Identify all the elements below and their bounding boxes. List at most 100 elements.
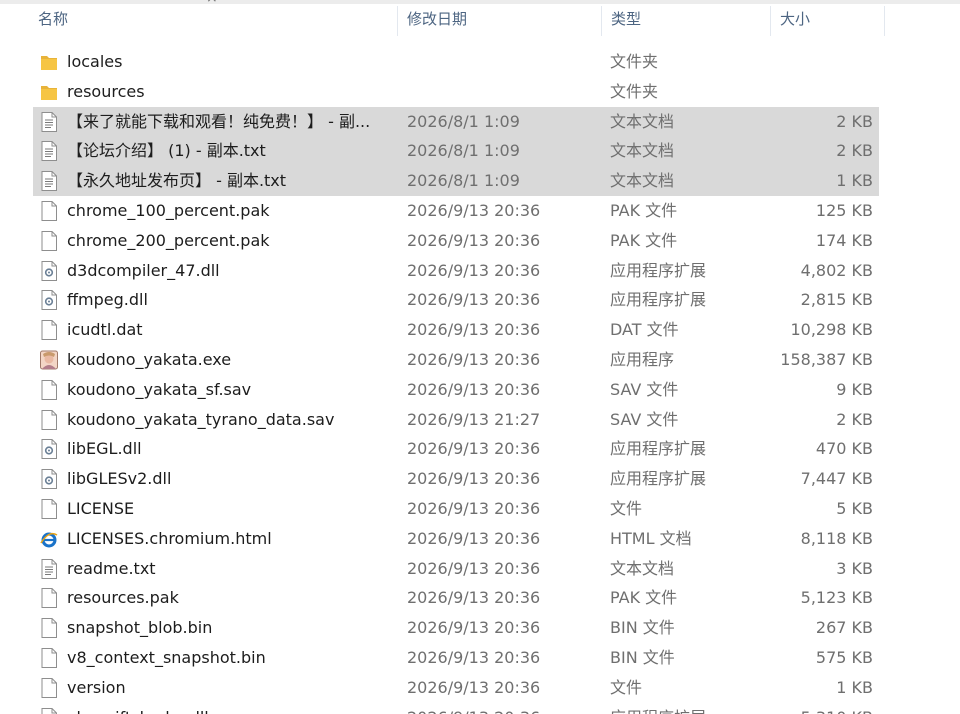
file-name: resources (67, 81, 145, 101)
file-date: 2026/9/13 20:36 (407, 648, 541, 667)
file-name: version (67, 677, 126, 697)
file-date: 2026/8/1 1:09 (407, 111, 520, 131)
file-date: 2026/9/13 20:36 (407, 201, 541, 220)
file-row[interactable]: chrome_100_percent.pak 2026/9/13 20:36 PAK… (33, 196, 879, 226)
file-row[interactable]: chrome_200_percent.pak 2026/9/13 20:36 PAK… (33, 226, 879, 256)
column-header-size[interactable]: 大小 (780, 4, 880, 37)
file-row[interactable]: 【永久地址发布页】 - 副本.txt 2026/8/1 1:09 文本文档 1 KB (33, 166, 879, 197)
file-name: LICENSES.chromium.html (67, 528, 272, 548)
file-size: 2,815 KB (800, 290, 873, 310)
file-size: 7,447 KB (800, 469, 873, 489)
file-name: chrome_100_percent.pak (67, 201, 270, 220)
file-size: 2 KB (836, 111, 873, 131)
file-row[interactable]: koudono_yakata_tyrano_data.sav 2026/9/13 … (33, 405, 879, 435)
file-name: 【来了就能下载和观看！纯免费！】 - 副... (67, 111, 371, 131)
file-name: LICENSE (67, 499, 135, 518)
file-size: 470 KB (815, 439, 873, 459)
file-size: 2 KB (836, 409, 873, 429)
file-size: 9 KB (836, 379, 873, 399)
file-name: v8_context_snapshot.bin (67, 648, 266, 667)
file-date: 2026/9/13 20:36 (407, 588, 541, 608)
file-date: 2026/9/13 20:36 (407, 290, 541, 310)
file-date: 2026/8/1 1:09 (407, 171, 520, 191)
file-name: koudono_yakata_sf.sav (67, 379, 252, 399)
file-size: 2 KB (836, 141, 873, 161)
file-size: 5 KB (836, 499, 873, 518)
file-name: d3dcompiler_47.dll (67, 260, 220, 280)
column-divider[interactable] (770, 6, 771, 36)
file-name: icudtl.dat (67, 320, 143, 340)
file-row[interactable]: libEGL.dll 2026/9/13 20:36 应用程序扩展 470 KB (33, 434, 879, 464)
file-date: 2026/9/13 20:36 (407, 528, 541, 548)
file-name: koudono_yakata_tyrano_data.sav (67, 409, 335, 429)
file-name: vk_swiftshader.dll (67, 703, 397, 714)
file-row[interactable]: libGLESv2.dll 2026/9/13 20:36 应用程序扩展 7,447 … (33, 464, 879, 494)
column-header-bar: 名称 修改日期 类型 大小 (0, 4, 960, 37)
file-row[interactable]: version 2026/9/13 20:36 文件 1 KB (33, 673, 879, 703)
file-size (733, 47, 873, 77)
file-date: 2026/9/13 20:36 (407, 618, 541, 638)
file-date: 2026/9/13 20:36 (407, 439, 541, 459)
file-date: 2026/9/13 20:36 (407, 379, 541, 399)
file-row[interactable]: LICENSES.chromium.html 2026/9/13 20:36 HTM… (33, 524, 879, 554)
file-row[interactable]: koudono_yakata.exe 2026/9/13 20:36 应用程序 158… (33, 345, 879, 375)
file-date: 2026/9/13 20:36 (407, 320, 541, 340)
column-divider[interactable] (397, 6, 398, 36)
file-size (733, 77, 873, 107)
file-size: 575 KB (815, 648, 873, 667)
file-size: 4,802 KB (800, 260, 873, 280)
file-row[interactable]: readme.txt 2026/9/13 20:36 文本文档 3 KB (33, 554, 879, 584)
column-divider[interactable] (601, 6, 602, 36)
file-date: 2026/9/13 21:27 (407, 409, 541, 429)
file-name: libGLESv2.dll (67, 469, 172, 489)
file-row[interactable]: icudtl.dat 2026/9/13 20:36 DAT 文件 10,298 KB (33, 315, 879, 345)
file-row[interactable]: locales 文件夹 (33, 47, 879, 77)
file-row[interactable]: 【来了就能下载和观看！纯免费！】 - 副... 2026/8/1 1:09 文本文档… (33, 106, 879, 137)
file-date: 2026/8/1 1:09 (407, 141, 520, 161)
column-divider[interactable] (884, 6, 885, 36)
file-name: locales (67, 52, 123, 71)
file-date: 2026/9/13 20:36 (407, 230, 541, 250)
file-row[interactable]: resources.pak 2026/9/13 20:36 PAK 文件 5,123 … (33, 583, 879, 613)
file-size: 5,310 KB (733, 703, 873, 714)
file-row[interactable]: ffmpeg.dll 2026/9/13 20:36 应用程序扩展 2,815 KB (33, 285, 879, 315)
file-name: chrome_200_percent.pak (67, 230, 270, 250)
file-row[interactable]: vk_swiftshader.dll2026/9/13 20:36应用程序扩展5… (33, 703, 879, 714)
file-date: 2026/9/13 20:36 (407, 677, 541, 697)
column-header-type[interactable]: 类型 (611, 4, 766, 37)
file-date: 2026/9/13 20:36 (407, 260, 541, 280)
file-size: 267 KB (815, 618, 873, 638)
file-date: 2026/9/13 20:36 (407, 703, 597, 714)
file-name: libEGL.dll (67, 439, 142, 459)
file-list: locales 文件夹 resources 文件夹【来了就能下载和观看！纯免费！】 -… (0, 47, 960, 714)
file-name: readme.txt (67, 558, 156, 578)
file-row[interactable]: LICENSE 2026/9/13 20:36 文件 5 KB (33, 494, 879, 524)
file-size: 158,387 KB (780, 350, 873, 369)
file-date: 2026/9/13 20:36 (407, 558, 541, 578)
file-name: resources.pak (67, 588, 179, 608)
file-row[interactable]: resources 文件夹 (33, 77, 879, 107)
file-row[interactable]: snapshot_blob.bin 2026/9/13 20:36 BIN 文件 26… (33, 613, 879, 643)
file-date: 2026/9/13 20:36 (407, 350, 541, 369)
file-size: 3 KB (836, 558, 873, 578)
file-name: koudono_yakata.exe (67, 350, 232, 369)
column-header-date[interactable]: 修改日期 (407, 4, 597, 37)
file-row[interactable]: koudono_yakata_sf.sav 2026/9/13 20:36 SAV … (33, 375, 879, 405)
file-size: 125 KB (815, 201, 873, 220)
file-name: 【永久地址发布页】 - 副本.txt (67, 171, 287, 191)
column-header-name[interactable]: 名称 (38, 4, 393, 37)
file-name: ffmpeg.dll (67, 290, 148, 310)
file-row[interactable]: v8_context_snapshot.bin 2026/9/13 20:36 BI… (33, 643, 879, 673)
file-row[interactable]: d3dcompiler_47.dll 2026/9/13 20:36 应用程序扩展 4… (33, 256, 879, 286)
file-size: 5,123 KB (800, 588, 873, 608)
file-size: 174 KB (815, 230, 873, 250)
file-name: 【论坛介绍】 (1) - 副本.txt (67, 141, 266, 161)
file-date: 2026/9/13 20:36 (407, 499, 541, 518)
file-row[interactable]: 【论坛介绍】 (1) - 副本.txt 2026/8/1 1:09 文本文档 2 KB (33, 136, 879, 167)
file-size: 1 KB (836, 677, 873, 697)
file-size: 10,298 KB (790, 320, 873, 340)
file-date (407, 47, 597, 77)
file-size: 8,118 KB (800, 528, 873, 548)
file-date (407, 77, 597, 107)
file-date: 2026/9/13 20:36 (407, 469, 541, 489)
